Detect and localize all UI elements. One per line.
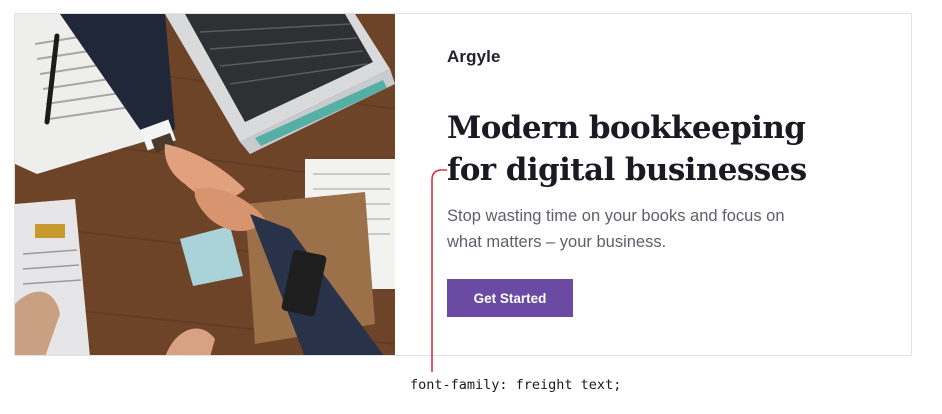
get-started-button[interactable]: Get Started xyxy=(447,279,573,317)
hero-headline: Modern bookkeeping for digital businesse… xyxy=(447,107,867,191)
subline-line-2: what matters – your business. xyxy=(447,233,667,251)
subline-line-1: Stop wasting time on your books and focu… xyxy=(447,207,785,225)
font-annotation-caption: font-family: freight text; xyxy=(410,377,622,393)
hero-content: Argyle Modern bookkeeping for digital bu… xyxy=(447,14,911,355)
headline-line-1: Modern bookkeeping xyxy=(447,110,806,146)
brand-logo-text: Argyle xyxy=(447,47,501,66)
hero-card: Argyle Modern bookkeeping for digital bu… xyxy=(14,13,912,356)
handshake-illustration xyxy=(15,14,395,355)
headline-line-2: for digital businesses xyxy=(447,152,807,188)
hero-photo xyxy=(15,14,395,355)
hero-subline: Stop wasting time on your books and focu… xyxy=(447,203,827,255)
